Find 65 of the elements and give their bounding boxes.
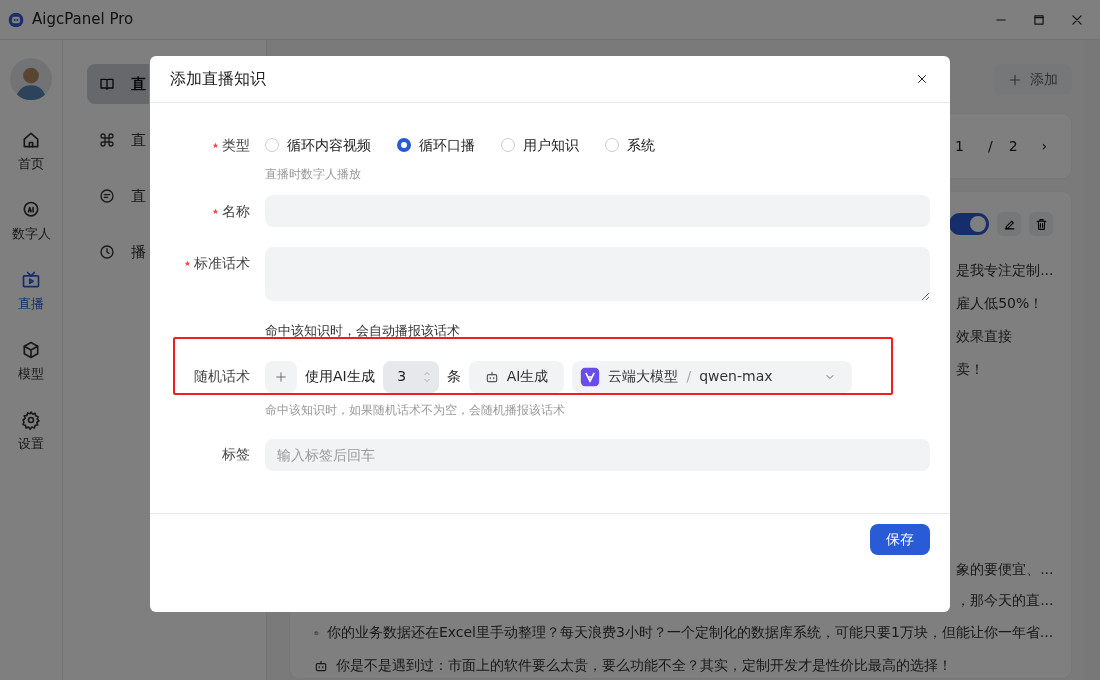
field-label: 名称 [222,201,250,221]
chat-icon [99,188,116,204]
knowledge-text: 雇人低50%！ [956,295,1044,311]
plus-icon [1008,72,1023,87]
window-title: AigcPanel Pro [32,9,134,31]
add-button[interactable]: 添加 [994,64,1073,95]
number-input[interactable]: 3 [382,360,439,393]
delete-button[interactable] [1029,212,1054,236]
page-number-field[interactable]: 1 [947,135,972,157]
field-label: 随机话术 [194,367,250,386]
radio-button[interactable] [397,138,411,152]
add-button[interactable] [265,360,297,393]
submenu-item[interactable]: 播 [87,232,150,272]
knowledge-text: 你的业务数据还在Excel里手动整理？每天浪费3小时？一个定制化的数据库系统，可能只要1万块，但能让你一年省... [326,623,1054,642]
radio-option[interactable]: 用户知识 [501,134,579,156]
book-icon [99,76,116,92]
textarea-field[interactable] [265,247,930,301]
help-text: 命中该知识时，如果随机话术不为空，会随机播报该话术 [265,401,566,419]
app-logo-icon [8,11,24,28]
dialog-title: 添加直播知识 [170,68,266,90]
toggle-switch[interactable] [949,213,990,235]
model-logo-icon [580,366,601,387]
nav-item[interactable]: 设置 [18,410,45,454]
field-text: 条 [446,367,461,386]
knowledge-text: 你是不是遇到过：市面上的软件要么太贵，要么功能不全？其实，定制开发才是性价比最高的选择！ [336,656,953,675]
page-total: 2 [1008,136,1018,156]
submenu-item[interactable]: 直 [87,120,150,160]
nav-item[interactable]: 模型 [18,340,45,384]
nav-item[interactable]: 首页 [18,130,45,174]
close-icon[interactable] [916,73,928,85]
trash-icon [1034,217,1048,231]
field-label: 类型 [222,135,250,155]
avatar-icon[interactable] [10,58,53,100]
submenu-item[interactable]: 直 [87,64,150,104]
radio-option[interactable]: 循环口播 [397,134,475,156]
knowledge-text: 卖！ [956,361,985,377]
radio-option[interactable]: 循环内容视频 [265,134,371,156]
plus-icon [274,369,288,384]
settings-icon [21,410,42,430]
save-button[interactable]: 保存 [870,524,930,555]
ai-generate-button[interactable]: AI生成 [468,360,565,393]
field-label: 标签 [222,445,250,464]
nav-item[interactable]: 数字人 [11,200,51,244]
cube-icon [21,340,42,360]
home-icon [21,130,42,150]
submenu-item[interactable]: 直 [87,176,150,216]
model-select[interactable]: 云端大模型 / qwen-max [572,360,853,393]
nav-item[interactable]: 直播 [18,270,45,314]
knowledge-text: 象的要便宜、... [956,561,1054,577]
command-icon [99,132,116,148]
page-separator: / [987,136,993,156]
knowledge-text: 是我专注定制... [956,262,1054,278]
clock-icon [99,244,116,260]
field-label: 标准话术 [194,253,250,273]
knowledge-text: ，那今天的直... [956,592,1054,608]
radio-option[interactable]: 系统 [605,134,655,156]
help-text: 直播时数字人播放 [265,166,362,183]
knowledge-text: 效果直接 [956,328,1013,344]
text-input[interactable]: 输入标签后回车 [265,438,930,471]
edit-button[interactable] [997,212,1022,236]
tv-icon [21,270,42,290]
next-page-button[interactable]: › [1033,135,1048,157]
field-text: 使用AI生成 [305,367,375,386]
maximize-icon[interactable] [1032,12,1046,27]
help-text: 命中该知识时，会自动播报该话术 [265,322,461,340]
